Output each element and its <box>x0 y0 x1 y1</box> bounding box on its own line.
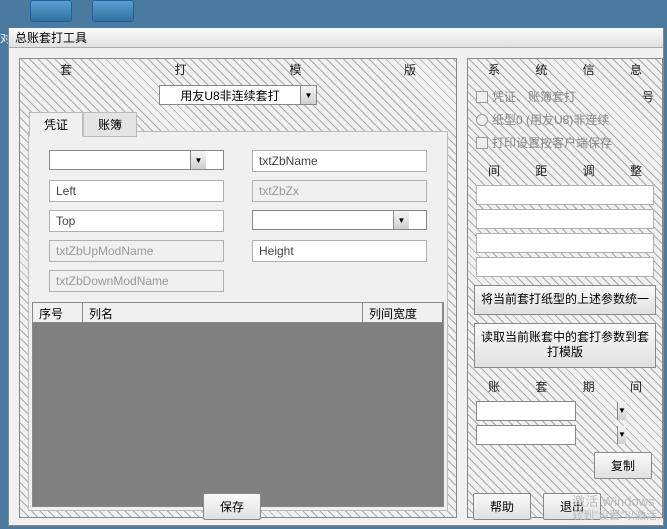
field-zbname[interactable]: txtZbName <box>252 150 427 172</box>
system-panel-header: 系 统 信 息 <box>468 59 662 79</box>
window-title: 总账套打工具 <box>15 29 87 46</box>
chevron-down-icon: ▼ <box>617 426 626 444</box>
mode-combo[interactable]: 用友U8非连续套打 ▼ <box>159 85 317 105</box>
checkbox-icon[interactable] <box>476 91 488 103</box>
hdr-char: 期 <box>583 378 595 395</box>
opt-paper-type: 纸型0 (用友U8)非连续 <box>476 108 654 131</box>
chevron-down-icon: ▼ <box>617 402 626 420</box>
copy-button[interactable]: 复制 <box>594 452 652 479</box>
template-panel: 套 打 模 版 用友U8非连续套打 ▼ 凭证 账簿 ▼ txtZbName <box>19 58 457 518</box>
columns-table: 序号 列名 列间宽度 <box>32 302 444 507</box>
unify-params-button[interactable]: 将当前套打纸型的上述参数统一 <box>474 285 656 315</box>
period-header: 账 套 期 间 <box>468 376 662 397</box>
period-combo[interactable]: ▼ <box>476 425 576 445</box>
template-panel-header: 套 打 模 版 <box>20 59 456 79</box>
hdr-char: 套 <box>60 61 72 78</box>
field-zbzx[interactable]: txtZbZx <box>252 180 427 202</box>
chevron-down-icon: ▼ <box>300 86 316 104</box>
th-name[interactable]: 列名 <box>83 303 363 322</box>
hdr-char: 系 <box>488 61 500 78</box>
save-button[interactable]: 保存 <box>203 493 261 520</box>
hdr-char: 调 <box>583 162 595 179</box>
hdr-char: 距 <box>535 162 547 179</box>
opt-label: 凭证、账簿套打 <box>492 88 576 105</box>
hdr-char: 模 <box>289 61 301 78</box>
spacing-header: 间 距 调 整 <box>468 160 662 181</box>
tab-book[interactable]: 账簿 <box>83 112 137 137</box>
main-window: 总账套打工具 套 打 模 版 用友U8非连续套打 ▼ 凭证 账簿 ▼ <box>8 28 664 526</box>
hdr-char: 整 <box>630 162 642 179</box>
hdr-char: 间 <box>488 162 500 179</box>
th-index[interactable]: 序号 <box>33 303 83 322</box>
mode-combo-text: 用友U8非连续套打 <box>160 87 300 104</box>
field-upmod[interactable]: txtZbUpModName <box>49 240 224 262</box>
spacing-input-1[interactable] <box>476 185 654 205</box>
hdr-char: 信 <box>583 61 595 78</box>
spacing-input-4[interactable] <box>476 257 654 277</box>
chevron-down-icon: ▼ <box>190 151 206 169</box>
help-button[interactable]: 帮助 <box>473 493 531 520</box>
field-height[interactable]: Height <box>252 240 427 262</box>
opt-label: 打印设置按客户端保存 <box>492 134 612 151</box>
field-downmod[interactable]: txtZbDownModName <box>49 270 224 292</box>
hdr-char: 统 <box>535 61 547 78</box>
field-combo1[interactable]: ▼ <box>49 150 224 170</box>
opt-client-save: 打印设置按客户端保存 <box>476 131 654 154</box>
tab-voucher[interactable]: 凭证 <box>29 112 83 137</box>
field-combo2[interactable]: ▼ <box>252 210 427 230</box>
hdr-char: 账 <box>488 378 500 395</box>
checkbox-icon[interactable] <box>476 137 488 149</box>
field-top[interactable]: Top <box>49 210 224 232</box>
radio-icon[interactable] <box>476 114 488 126</box>
opt-voucher-book: 凭证、账簿套打 号 <box>476 85 654 108</box>
desktop-icon[interactable] <box>30 0 72 22</box>
field-left[interactable]: Left <box>49 180 224 202</box>
system-panel: 系 统 信 息 凭证、账簿套打 号 纸型0 (用友U8)非连续 打印设置按客户端… <box>467 58 663 518</box>
opt-suffix: 号 <box>642 88 654 105</box>
bottom-bar: 保存 帮助 退出 <box>9 491 663 521</box>
account-combo[interactable]: ▼ <box>476 401 576 421</box>
window-titlebar[interactable]: 总账套打工具 <box>9 28 663 48</box>
hdr-char: 息 <box>630 61 642 78</box>
spacing-input-2[interactable] <box>476 209 654 229</box>
desktop-icon[interactable] <box>92 0 134 22</box>
hdr-char: 版 <box>404 61 416 78</box>
tab-container: 凭证 账簿 ▼ txtZbName Left txtZbZx Top ▼ txt… <box>28 131 448 511</box>
th-width[interactable]: 列间宽度 <box>363 303 443 322</box>
read-params-button[interactable]: 读取当前账套中的套打参数到套打模版 <box>474 323 656 368</box>
opt-label: 纸型0 (用友U8)非连续 <box>492 111 609 128</box>
hdr-char: 套 <box>535 378 547 395</box>
hdr-char: 打 <box>175 61 187 78</box>
hdr-char: 间 <box>630 378 642 395</box>
exit-button[interactable]: 退出 <box>543 493 601 520</box>
spacing-input-3[interactable] <box>476 233 654 253</box>
chevron-down-icon: ▼ <box>393 211 409 229</box>
